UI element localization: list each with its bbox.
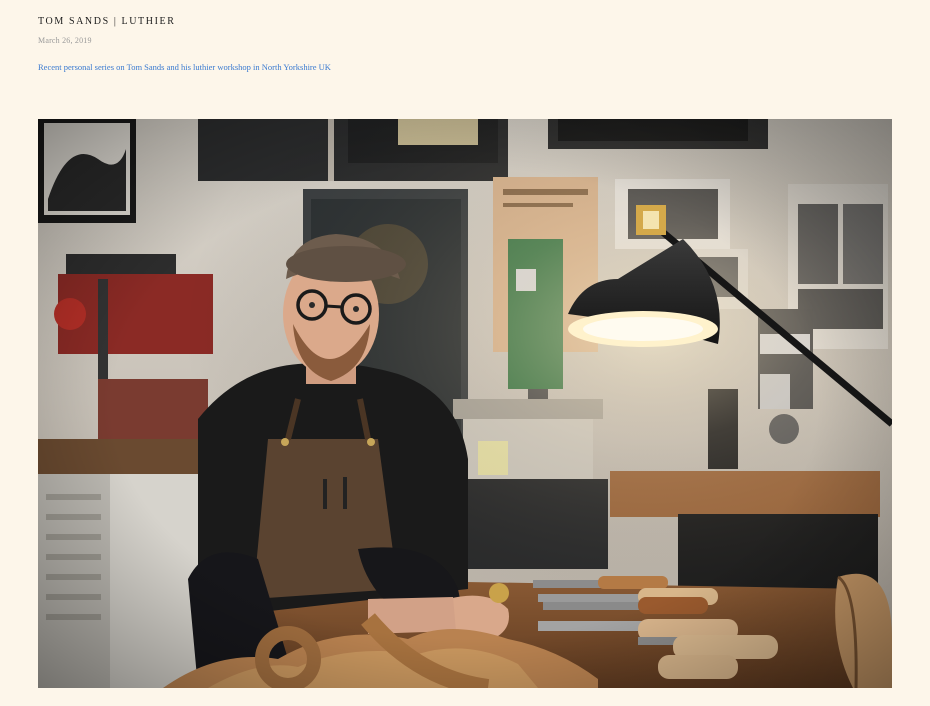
featured-photo[interactable] [38,119,892,688]
post-header: TOM SANDS | LUTHIER March 26, 2019 Recen… [38,16,898,75]
post-title: TOM SANDS | LUTHIER [38,16,176,27]
workshop-photo-illustration [38,119,892,688]
post-date: March 26, 2019 [38,36,92,45]
post-description-link[interactable]: Recent personal series on Tom Sands and … [38,61,331,73]
